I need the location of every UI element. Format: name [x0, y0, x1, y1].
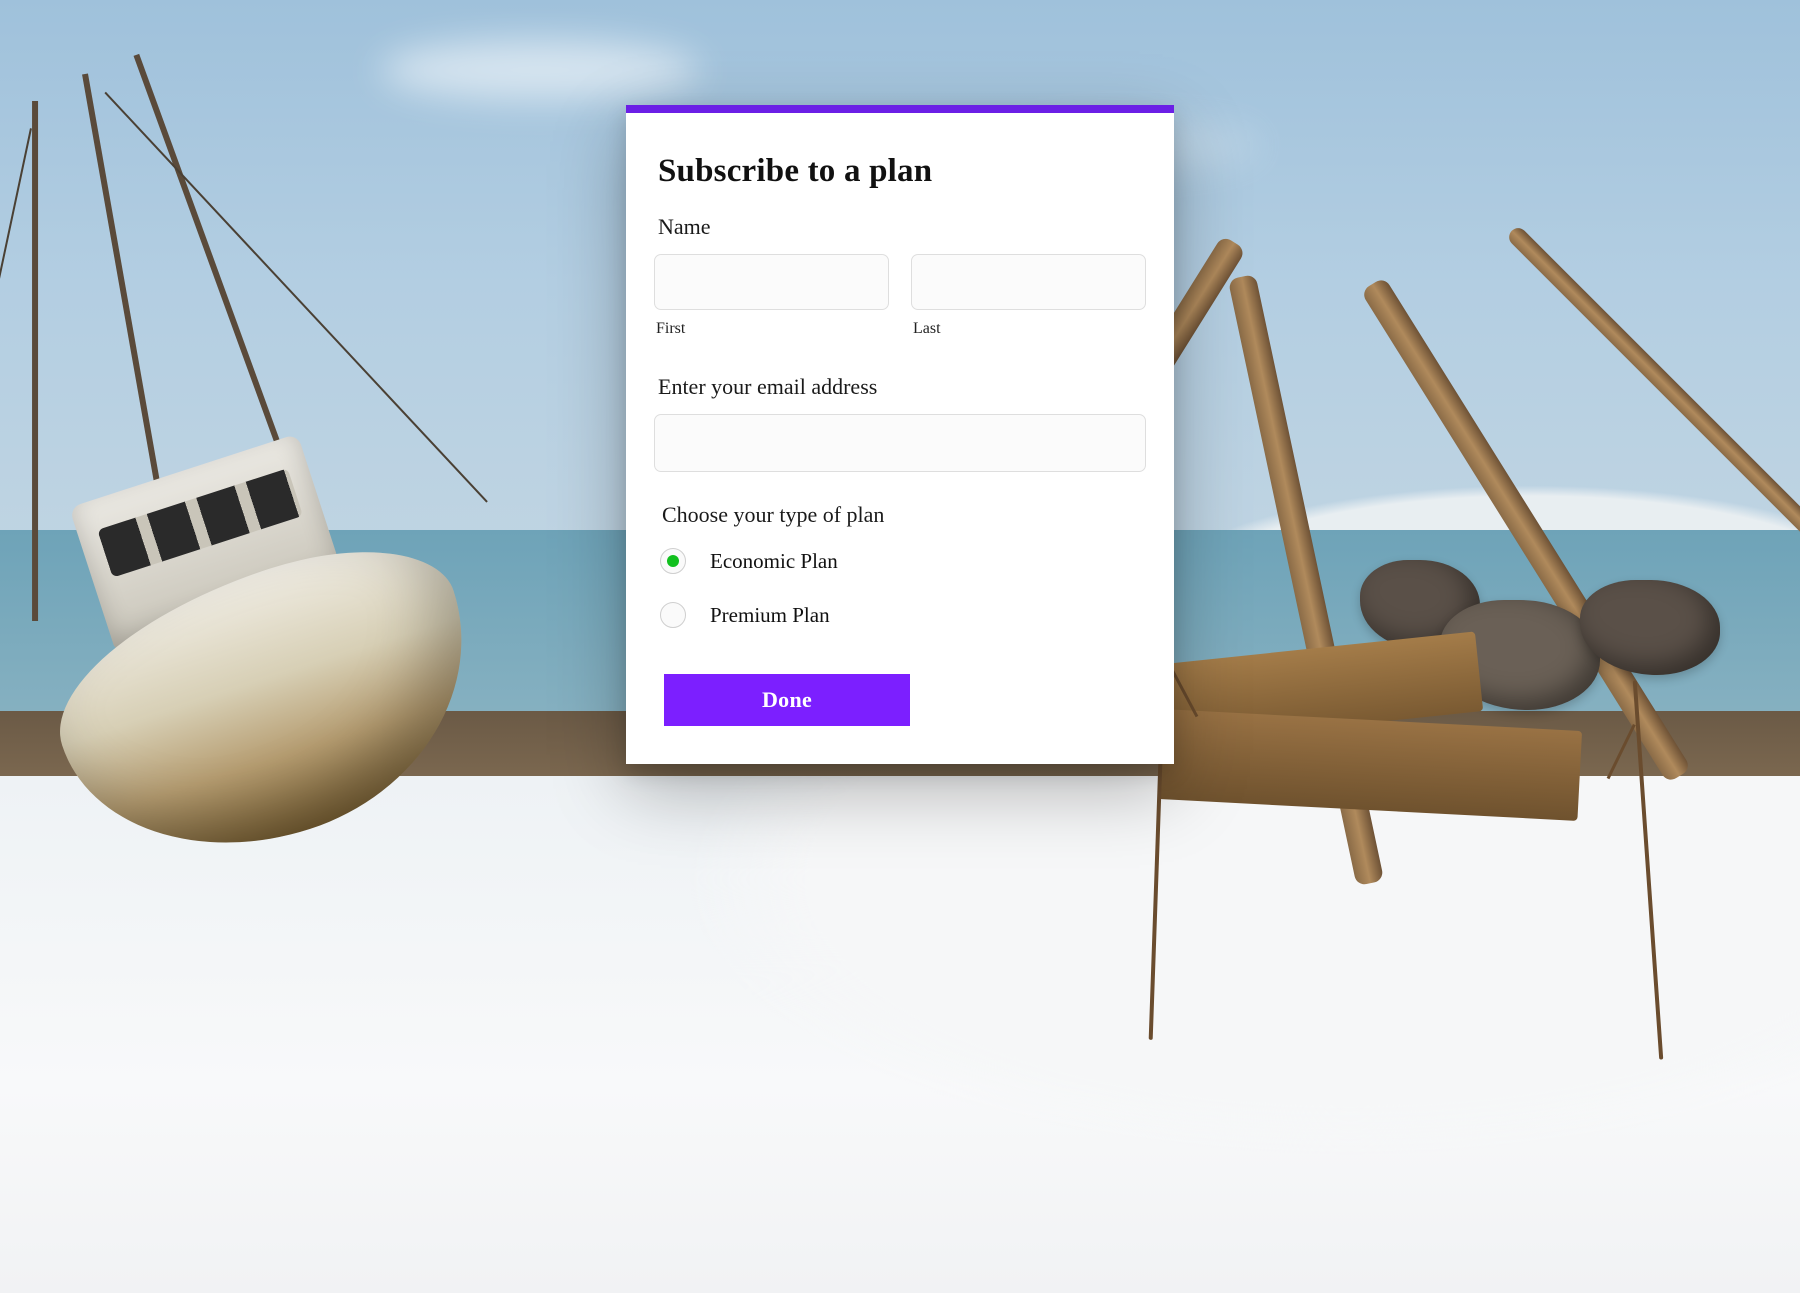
last-name-input[interactable] — [911, 254, 1146, 310]
cloud — [380, 40, 700, 100]
email-label: Enter your email address — [658, 374, 1146, 400]
plan-option-economic[interactable]: Economic Plan — [660, 548, 1146, 574]
first-name-input[interactable] — [654, 254, 889, 310]
radio-icon[interactable] — [660, 602, 686, 628]
wood-plank — [1158, 709, 1582, 821]
name-label: Name — [658, 214, 1146, 240]
last-name-col: Last — [911, 254, 1146, 338]
form-title: Subscribe to a plan — [658, 153, 1146, 190]
done-button[interactable]: Done — [664, 674, 910, 726]
first-name-col: First — [654, 254, 889, 338]
plan-option-label: Economic Plan — [710, 549, 838, 574]
name-row: First Last — [654, 254, 1146, 338]
boat-mast — [32, 101, 38, 621]
email-input[interactable] — [654, 414, 1146, 472]
radio-icon[interactable] — [660, 548, 686, 574]
last-name-sublabel: Last — [913, 320, 1146, 338]
plan-heading: Choose your type of plan — [662, 502, 1146, 528]
plan-option-premium[interactable]: Premium Plan — [660, 602, 1146, 628]
subscribe-form-card: Subscribe to a plan Name First Last Ente… — [626, 105, 1174, 764]
plan-option-label: Premium Plan — [710, 603, 830, 628]
first-name-sublabel: First — [656, 320, 889, 338]
